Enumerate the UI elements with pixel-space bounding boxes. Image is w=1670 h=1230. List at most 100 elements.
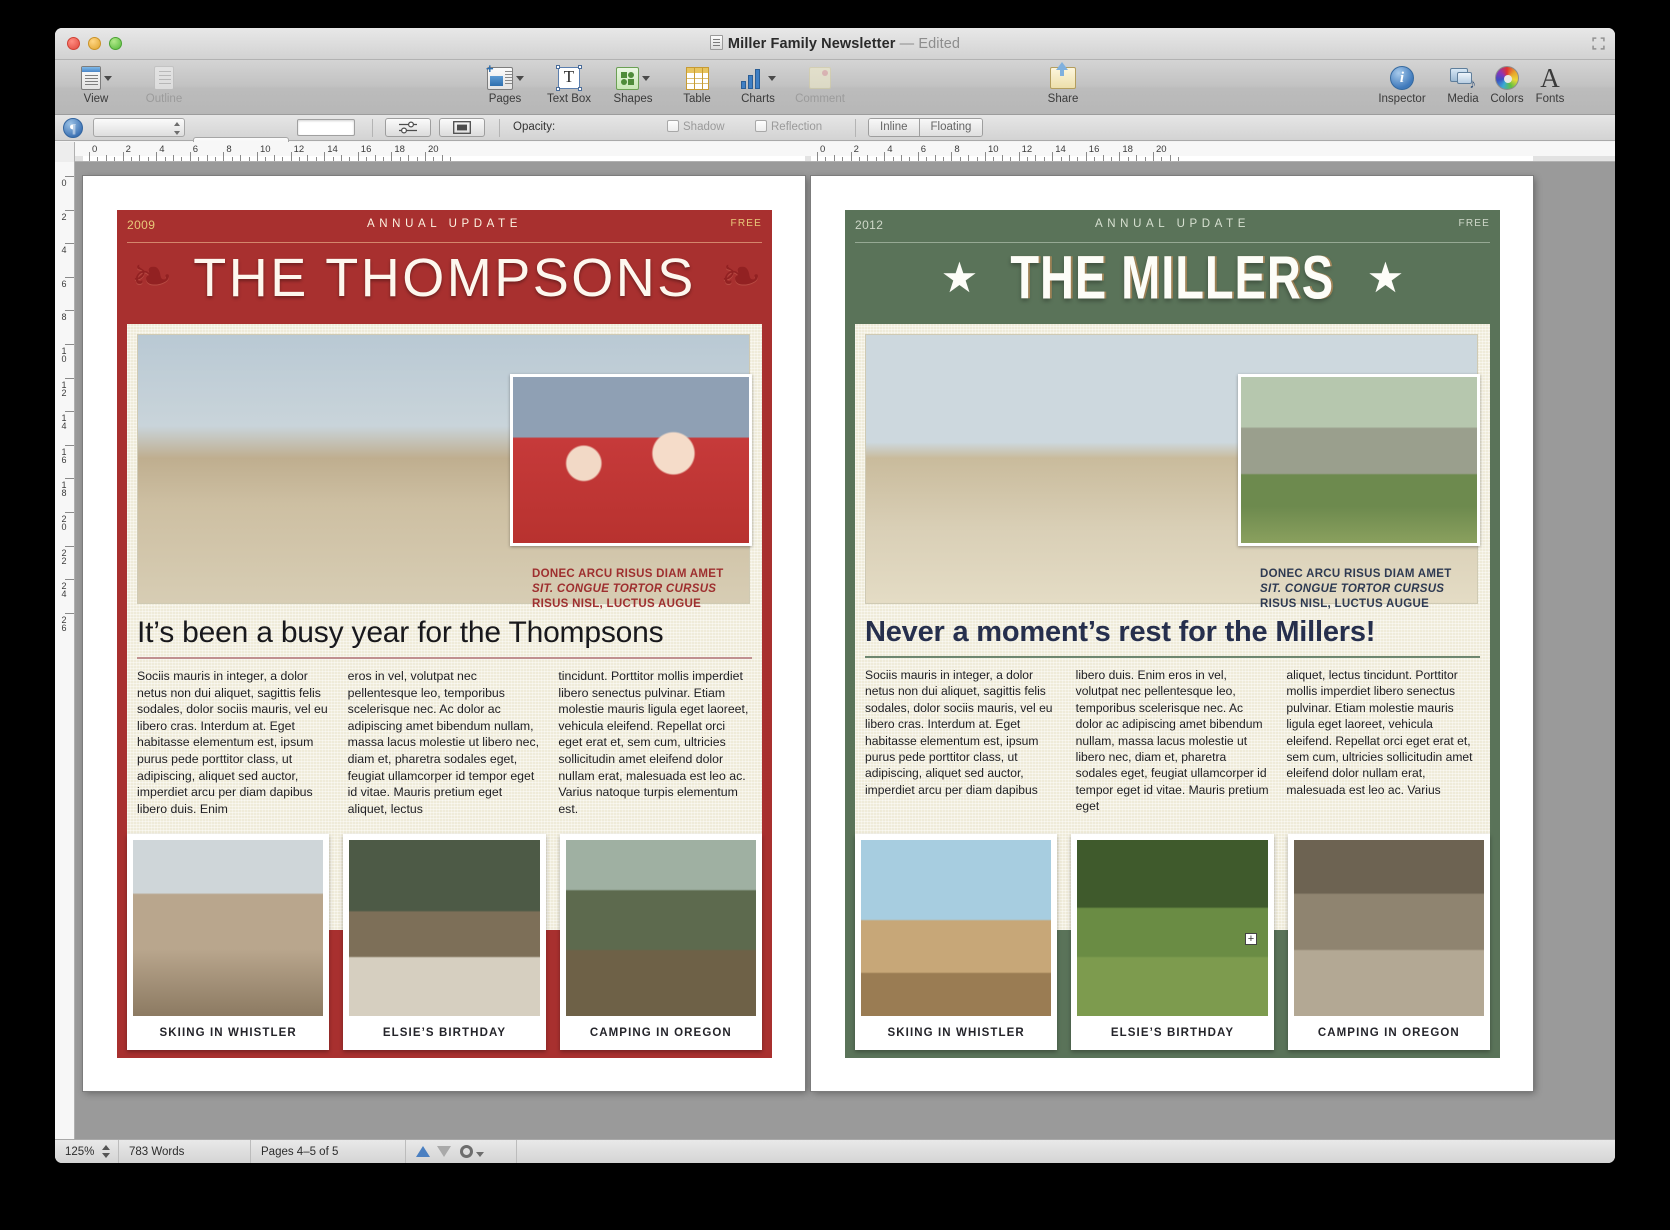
document-canvas[interactable]: 2009 ANNUAL UPDATE FREE ❧ THE THOMPSONS ❧ DONE… <box>75 162 1615 1139</box>
text-overflow-handle[interactable]: + <box>1245 933 1257 945</box>
status-filler <box>516 1140 1615 1163</box>
ruler-number: 0 <box>820 144 826 155</box>
ruler-number: 2 <box>125 144 131 155</box>
toolbar-button-share[interactable]: Share <box>1032 62 1094 105</box>
inspector-icon: i <box>1390 66 1414 90</box>
document-icon <box>709 35 723 50</box>
mask-button[interactable] <box>439 118 485 137</box>
newsletter-masthead: ❧ THE THOMPSONS ❧ <box>117 242 772 314</box>
toolbar-button-inspector[interactable]: i Inspector <box>1371 64 1433 105</box>
chevron-down-icon <box>103 75 112 81</box>
shadow-checkbox[interactable]: Shadow <box>667 119 725 136</box>
photo-caption-line-2: SIT. CONGUE TORTOR CURSUS <box>1260 583 1445 595</box>
ruler-major-tick <box>1119 152 1121 161</box>
ruler-minor-tick <box>1102 155 1104 161</box>
ruler-minor-tick <box>1010 157 1012 161</box>
toolbar-button-charts[interactable]: Charts <box>727 64 789 105</box>
reflection-label: Reflection <box>771 121 823 133</box>
vertical-ruler[interactable]: 02468101214161820222426 <box>55 162 75 1139</box>
fleur-de-lis-icon: ❧ <box>720 248 762 304</box>
ruler-major-tick <box>223 152 225 161</box>
toolbar-button-outline[interactable]: Outline <box>133 64 195 105</box>
kids-with-paper-crowns-photo[interactable] <box>510 374 752 546</box>
campfire-photo[interactable] <box>565 840 756 1016</box>
document-page-left[interactable]: 2009 ANNUAL UPDATE FREE ❧ THE THOMPSONS ❧ DONE… <box>83 176 805 1091</box>
wrap-inline-option[interactable]: Inline <box>869 119 919 136</box>
mother-and-son-photo[interactable] <box>133 840 324 1016</box>
polaroid-card[interactable]: ELSIE’S BIRTHDAY <box>343 834 546 1050</box>
colors-icon <box>1495 66 1519 90</box>
article-headline[interactable]: Never a moment’s rest for the Millers! <box>865 616 1480 649</box>
polaroid-card[interactable]: ELSIE’S BIRTHDAY <box>1071 834 1274 1050</box>
ruler-minor-tick <box>1169 155 1171 161</box>
ruler-minor-tick <box>1027 157 1028 161</box>
document-title-text: Miller Family Newsletter <box>727 36 896 52</box>
article-column[interactable]: aliquet, lectus tincidunt. Porttitor mol… <box>1286 667 1480 815</box>
ruler-minor-tick <box>181 157 183 161</box>
view-icon <box>80 66 101 90</box>
article-column[interactable]: Sociis mauris in integer, a dolor netus … <box>137 668 331 817</box>
fullscreen-icon[interactable] <box>1592 37 1605 50</box>
adjust-image-button[interactable] <box>385 118 431 137</box>
ruler-minor-tick <box>105 155 107 161</box>
reflection-checkbox[interactable]: Reflection <box>755 119 822 136</box>
ruler-major-tick <box>917 152 919 161</box>
paragraph-marks-toggle[interactable]: ¶ <box>63 118 83 138</box>
toolbar-button-text-box[interactable]: Text Box <box>538 64 600 105</box>
article-column[interactable]: Sociis mauris in integer, a dolor netus … <box>865 667 1059 815</box>
horizontal-ruler[interactable]: 0 2 4 6 8 10 12 14 16 18 20 0 2 4 6 8 10 12 14 16 18 20 <box>75 142 1615 162</box>
ruler-minor-tick <box>833 155 835 161</box>
toolbar-button-table[interactable]: Table <box>666 64 728 105</box>
toolbar-button-pages[interactable]: + Pages <box>474 62 536 105</box>
ruler-minor-tick <box>341 155 342 161</box>
toolbar-button-shapes[interactable]: Shapes <box>602 64 664 105</box>
ruler-number: 26 <box>61 614 67 633</box>
ruler-minor-tick <box>1144 157 1146 161</box>
toolbar-button-comment[interactable]: Comment <box>789 64 851 105</box>
document-edited-status: — Edited <box>899 36 961 52</box>
polaroid-card[interactable]: SKIING IN WHISTLER <box>127 834 330 1050</box>
article-column[interactable]: eros in vel, volutpat nec pellentesque l… <box>348 668 542 817</box>
toolbar-button-view[interactable]: View <box>65 64 127 105</box>
gear-icon[interactable] <box>460 1145 484 1158</box>
stone-cottage-photo[interactable] <box>1238 374 1480 546</box>
ruler-number: 16 <box>61 446 67 465</box>
photo-caption-line-1: DONEC ARCU RISUS DIAM AMET <box>532 568 724 580</box>
triangle-up-icon[interactable] <box>416 1146 430 1157</box>
stroke-color-well[interactable] <box>297 119 355 136</box>
playground-slide-photo[interactable] <box>861 840 1052 1016</box>
ruler-minor-tick <box>433 157 435 161</box>
article-column[interactable]: libero duis. Enim eros in vel, volutpat … <box>1076 667 1270 815</box>
ruler-minor-tick <box>231 157 233 161</box>
zoom-control[interactable]: 125% <box>55 1140 119 1163</box>
polaroid-card[interactable]: CAMPING IN OREGON <box>559 834 762 1050</box>
toolbar-button-fonts[interactable]: A Fonts <box>1519 64 1581 106</box>
triangle-down-icon[interactable] <box>437 1146 451 1157</box>
kids-running-photo[interactable] <box>1077 840 1268 1016</box>
page-nav-controls[interactable] <box>406 1140 516 1163</box>
ruler-minor-tick <box>131 157 132 161</box>
toolbar-label-pages: Pages <box>488 93 522 105</box>
article-headline[interactable]: It’s been a busy year for the Thompsons <box>137 616 752 650</box>
polaroid-card[interactable]: SKIING IN WHISTLER <box>855 834 1058 1050</box>
birthday-cake-photo[interactable] <box>349 840 540 1016</box>
ruler-number: 14 <box>327 144 338 155</box>
ruler-minor-tick <box>867 155 869 161</box>
page-range-value: Pages 4–5 of 5 <box>261 1145 339 1158</box>
star-icon: ★ <box>940 254 979 301</box>
kids-splashing-photo[interactable] <box>1293 840 1484 1016</box>
fleur-de-lis-icon: ❧ <box>131 248 173 304</box>
document-page-right[interactable]: 2012 ANNUAL UPDATE FREE ★ THE MILLERS ★ DONEC … <box>811 176 1533 1091</box>
wrap-mode-segmented-control[interactable]: Inline Floating <box>868 118 984 137</box>
photo-caption-line-1: DONEC ARCU RISUS DIAM AMET <box>1260 568 1452 580</box>
wrap-floating-option[interactable]: Floating <box>918 119 983 136</box>
article-column[interactable]: tincidunt. Porttitor mollis imperdiet li… <box>558 668 752 817</box>
stroke-width-stepper[interactable] <box>93 118 185 137</box>
outline-icon <box>154 66 174 90</box>
polaroid-card[interactable]: CAMPING IN OREGON <box>1287 834 1490 1050</box>
article-columns: Sociis mauris in integer, a dolor netus … <box>865 667 1480 815</box>
ruler-major-tick <box>189 152 191 161</box>
zoom-stepper-icon[interactable] <box>101 1144 110 1159</box>
ruler-number: 10 <box>260 144 271 155</box>
pages-icon: + <box>486 62 513 90</box>
